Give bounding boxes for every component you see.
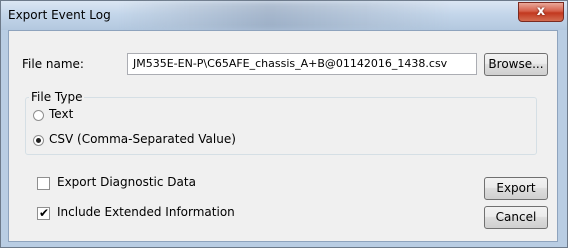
include-extended-checkbox[interactable]: ✔ xyxy=(37,206,50,220)
export-diagnostic-checkbox[interactable] xyxy=(37,177,50,190)
radio-csv[interactable] xyxy=(33,135,44,146)
title-bar-backdrop xyxy=(121,1,451,30)
include-extended-label[interactable]: Include Extended Information xyxy=(57,205,235,219)
dialog-body: File name: JM535E-EN-P\C65AFE_chassis_A+… xyxy=(8,30,558,242)
file-type-group xyxy=(25,97,537,155)
radio-text-label[interactable]: Text xyxy=(49,107,73,121)
export-diagnostic-label[interactable]: Export Diagnostic Data xyxy=(57,175,196,189)
browse-button[interactable]: Browse... xyxy=(484,53,548,76)
check-icon: ✔ xyxy=(39,206,50,220)
close-button[interactable]: x xyxy=(518,2,564,22)
file-name-label: File name: xyxy=(22,57,84,71)
cancel-button[interactable]: Cancel xyxy=(484,206,548,229)
title-bar[interactable]: Export Event Log x xyxy=(1,1,567,30)
export-event-log-dialog: Export Event Log x File name: JM535E-EN-… xyxy=(0,0,568,248)
close-icon: x xyxy=(536,4,546,19)
export-button[interactable]: Export xyxy=(484,177,548,200)
dialog-title: Export Event Log xyxy=(8,8,111,22)
file-type-legend: File Type xyxy=(29,90,85,104)
radio-text[interactable] xyxy=(33,110,44,121)
file-name-input[interactable]: JM535E-EN-P\C65AFE_chassis_A+B@01142016_… xyxy=(127,53,477,75)
radio-csv-label[interactable]: CSV (Comma-Separated Value) xyxy=(49,132,236,146)
